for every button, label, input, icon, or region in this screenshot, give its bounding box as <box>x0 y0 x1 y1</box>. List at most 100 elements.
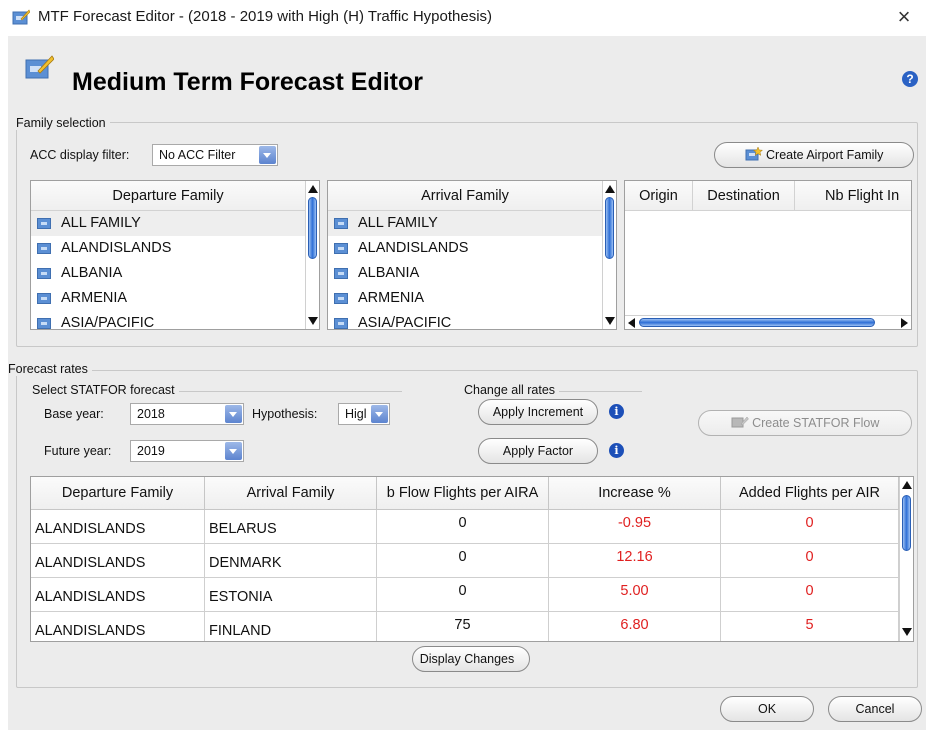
cell-increase[interactable]: -0.95 <box>549 510 721 544</box>
scroll-down-icon[interactable] <box>307 315 318 327</box>
table-row[interactable]: ALANDISLANDS DENMARK 0 12.16 0 <box>31 544 913 578</box>
scroll-thumb[interactable] <box>605 197 614 259</box>
arrival-family-list[interactable]: Arrival Family ALL FAMILY ALANDISLANDS A… <box>327 180 617 330</box>
future-year-select[interactable]: 2019 <box>130 440 244 462</box>
forecast-rates-label: Forecast rates <box>8 362 92 376</box>
column-header-departure-family[interactable]: Departure Family <box>31 477 205 510</box>
cell-added-flights[interactable]: 0 <box>721 510 899 544</box>
scroll-thumb[interactable] <box>902 495 911 551</box>
family-icon <box>37 293 51 304</box>
list-item-label: ASIA/PACIFIC <box>61 315 155 330</box>
change-all-rates-label: Change all rates <box>464 383 560 397</box>
scroll-up-icon[interactable] <box>604 183 615 195</box>
forecast-table[interactable]: Departure Family Arrival Family b Flow F… <box>30 476 914 642</box>
family-icon <box>334 293 348 304</box>
scroll-down-icon[interactable] <box>604 315 615 327</box>
list-item[interactable]: ALL FAMILY <box>31 211 305 236</box>
cell-departure: ALANDISLANDS <box>31 510 205 544</box>
ok-button[interactable]: OK <box>720 696 814 722</box>
display-changes-button[interactable]: Display Changes <box>412 646 530 672</box>
list-item[interactable]: ALBANIA <box>31 261 305 286</box>
help-icon[interactable]: ? <box>902 71 918 87</box>
table-row[interactable]: ALANDISLANDS BELARUS 0 -0.95 0 <box>31 510 913 544</box>
column-header-nb-flight[interactable]: Nb Flight In <box>795 181 911 211</box>
cell-nb-flow-flights[interactable]: 0 <box>377 510 549 544</box>
list-item[interactable]: ALANDISLANDS <box>328 236 602 261</box>
chevron-down-icon[interactable] <box>225 405 242 423</box>
base-year-select[interactable]: 2018 <box>130 403 244 425</box>
family-icon <box>334 243 348 254</box>
cell-increase[interactable]: 12.16 <box>549 544 721 578</box>
departure-scrollbar[interactable] <box>305 181 319 329</box>
dialog-body: Medium Term Forecast Editor ? Family sel… <box>8 36 926 730</box>
list-item-label: ASIA/PACIFIC <box>358 315 452 330</box>
list-item-label: ARMENIA <box>358 290 425 306</box>
departure-family-header[interactable]: Departure Family <box>31 181 305 211</box>
family-icon <box>37 218 51 229</box>
base-year-label: Base year: <box>44 407 104 421</box>
forecast-table-scrollbar[interactable] <box>899 477 913 641</box>
list-item[interactable]: ARMENIA <box>328 286 602 311</box>
cell-added-flights[interactable]: 0 <box>721 578 899 612</box>
acc-filter-select[interactable]: No ACC Filter <box>152 144 278 166</box>
arrival-scrollbar[interactable] <box>602 181 616 329</box>
cell-nb-flow-flights[interactable]: 0 <box>377 578 549 612</box>
future-year-value: 2019 <box>137 444 165 458</box>
table-row[interactable]: ALANDISLANDS ESTONIA 0 5.00 0 <box>31 578 913 612</box>
family-add-icon <box>745 146 763 161</box>
apply-increment-button[interactable]: Apply Increment <box>478 399 598 425</box>
scroll-up-icon[interactable] <box>307 183 318 195</box>
create-airport-family-label: Create Airport Family <box>766 148 884 162</box>
hypothesis-select[interactable]: Higl <box>338 403 390 425</box>
list-item[interactable]: ARMENIA <box>31 286 305 311</box>
column-header-added-flights[interactable]: Added Flights per AIR <box>721 477 899 510</box>
list-item-label: ALANDISLANDS <box>358 240 469 256</box>
create-statfor-flow-button: Create STATFOR Flow <box>698 410 912 436</box>
cell-added-flights[interactable]: 5 <box>721 612 899 641</box>
apply-factor-button[interactable]: Apply Factor <box>478 438 598 464</box>
column-header-increase[interactable]: Increase % <box>549 477 721 510</box>
info-icon[interactable]: i <box>609 404 624 419</box>
chevron-down-icon[interactable] <box>371 405 388 423</box>
create-airport-family-button[interactable]: Create Airport Family <box>714 142 914 168</box>
statfor-flow-icon <box>731 416 749 428</box>
list-item[interactable]: ASIA/PACIFIC <box>328 311 602 330</box>
cancel-button[interactable]: Cancel <box>828 696 922 722</box>
family-icon <box>37 243 51 254</box>
create-statfor-flow-label: Create STATFOR Flow <box>752 416 880 430</box>
close-icon[interactable]: × <box>892 4 916 30</box>
cell-departure: ALANDISLANDS <box>31 612 205 641</box>
scroll-thumb[interactable] <box>308 197 317 259</box>
cell-increase[interactable]: 5.00 <box>549 578 721 612</box>
info-icon[interactable]: i <box>609 443 624 458</box>
scroll-up-icon[interactable] <box>901 479 912 491</box>
window-title-bar: MTF Forecast Editor - (2018 - 2019 with … <box>0 0 926 36</box>
scroll-down-icon[interactable] <box>901 626 912 638</box>
column-header-nb-flow-flights[interactable]: b Flow Flights per AIRA <box>377 477 549 510</box>
column-header-destination[interactable]: Destination <box>693 181 795 211</box>
cell-added-flights[interactable]: 0 <box>721 544 899 578</box>
list-item-label: ALL FAMILY <box>358 215 438 231</box>
family-icon <box>334 268 348 279</box>
list-item[interactable]: ALBANIA <box>328 261 602 286</box>
flows-horizontal-scrollbar[interactable] <box>625 315 911 329</box>
departure-family-list[interactable]: Departure Family ALL FAMILY ALANDISLANDS… <box>30 180 320 330</box>
column-header-arrival-family[interactable]: Arrival Family <box>205 477 377 510</box>
app-icon <box>12 9 30 25</box>
chevron-down-icon[interactable] <box>259 146 276 164</box>
cell-nb-flow-flights[interactable]: 0 <box>377 544 549 578</box>
arrival-family-header[interactable]: Arrival Family <box>328 181 602 211</box>
chevron-down-icon[interactable] <box>225 442 242 460</box>
cell-arrival: DENMARK <box>205 544 377 578</box>
list-item[interactable]: ALL FAMILY <box>328 211 602 236</box>
acc-filter-value: No ACC Filter <box>159 148 236 162</box>
list-item[interactable]: ASIA/PACIFIC <box>31 311 305 330</box>
flows-table[interactable]: Origin Destination Nb Flight In <box>624 180 912 330</box>
scroll-thumb[interactable] <box>639 318 875 327</box>
flows-table-header: Origin Destination Nb Flight In <box>625 181 911 211</box>
column-header-origin[interactable]: Origin <box>625 181 693 211</box>
cell-nb-flow-flights[interactable]: 75 <box>377 612 549 641</box>
table-row[interactable]: ALANDISLANDS FINLAND 75 6.80 5 <box>31 612 913 641</box>
list-item[interactable]: ALANDISLANDS <box>31 236 305 261</box>
cell-increase[interactable]: 6.80 <box>549 612 721 641</box>
